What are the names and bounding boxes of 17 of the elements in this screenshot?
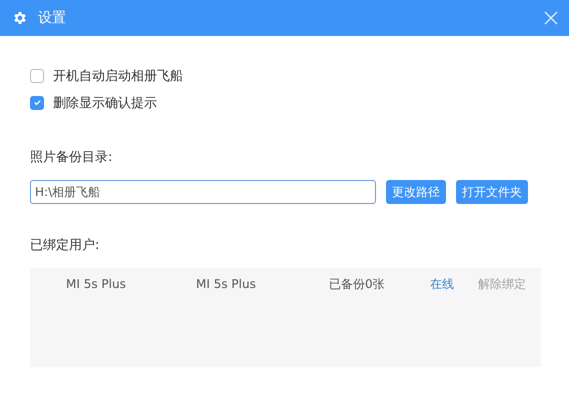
checkbox[interactable] (30, 96, 44, 110)
close-button[interactable] (543, 10, 559, 26)
table-cell-text: MI 5s Plus (66, 277, 127, 291)
table-cell-text: MI 5s Plus (196, 277, 257, 291)
checkbox-label: 删除显示确认提示 (53, 94, 157, 112)
settings-icon (12, 10, 28, 26)
checkbox[interactable] (30, 68, 44, 82)
section-label: 已绑定用户: (30, 237, 100, 254)
section-label: 照片备份目录: (30, 149, 114, 166)
status-text: 在线 (430, 276, 455, 292)
check-icon (32, 98, 42, 107)
window-title: 设置 (38, 9, 67, 27)
table-cell-text: 已备份0张 (329, 276, 386, 292)
open-folder-button[interactable]: 打开文件夹 (456, 180, 528, 204)
change-path-button[interactable]: 更改路径 (386, 180, 446, 204)
path-field[interactable]: H:\相册飞船 (30, 180, 376, 204)
checkbox-label: 开机自动启动相册飞船 (53, 68, 183, 84)
